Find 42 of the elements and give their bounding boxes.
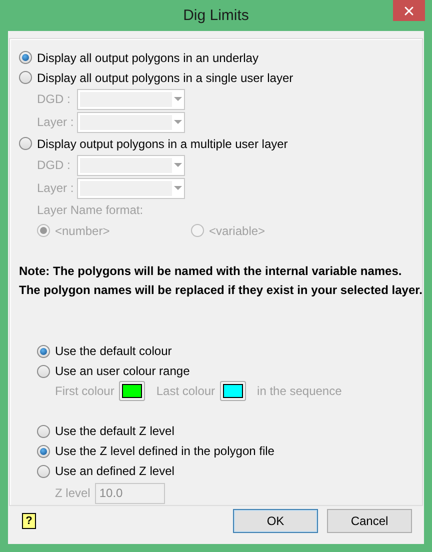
note-text: The polygon names will be replaced if they exist in your selected layer.	[19, 283, 422, 298]
radio-button[interactable]	[19, 71, 32, 84]
caret-icon	[174, 186, 182, 190]
option-label: Display output polygons in a multiple user layer	[37, 136, 288, 151]
option-label: <number>	[55, 224, 110, 238]
option-label: Use the default Z level	[55, 424, 174, 438]
dropdown-field[interactable]	[77, 112, 185, 133]
window-title: Dig Limits	[182, 6, 250, 26]
radio-button[interactable]	[37, 344, 50, 358]
option-label: Use an user colour range	[55, 364, 190, 378]
radio-button[interactable]	[19, 137, 32, 150]
radio-button[interactable]	[37, 364, 50, 378]
field-label: Layer :	[37, 181, 75, 196]
colour-label: First colour	[55, 384, 114, 398]
caret-icon	[174, 163, 182, 168]
option-label: Display all output polygons in an underlay	[37, 50, 258, 65]
colour-label: in the sequence	[257, 384, 342, 398]
dropdown-field[interactable]	[77, 88, 185, 110]
radio-button[interactable]	[19, 51, 32, 64]
radio-button[interactable]	[37, 444, 50, 458]
dialog-button[interactable]: Cancel	[327, 509, 412, 533]
dialog-button[interactable]: OK	[233, 509, 318, 533]
field-label: Z level	[55, 486, 90, 500]
radio-button[interactable]	[37, 424, 50, 438]
field-label: DGD :	[37, 92, 72, 106]
option-label: Use an defined Z level	[55, 464, 174, 478]
caret-icon	[174, 97, 182, 102]
caret-icon	[174, 120, 182, 124]
field-label: DGD :	[37, 158, 72, 172]
help-button[interactable]: ?	[22, 513, 36, 529]
field-label: Layer :	[37, 115, 75, 130]
dropdown-field[interactable]	[77, 154, 185, 176]
option-label: Use the default colour	[55, 344, 172, 358]
option-label: <variable>	[209, 224, 266, 238]
close-button[interactable]	[393, 0, 425, 21]
option-label: Display all output polygons in a single user layer	[37, 70, 294, 85]
note-text: Note: The polygons will be named with the internal variable names.	[19, 264, 402, 278]
radio-button[interactable]	[37, 464, 50, 478]
format-label: Layer Name format:	[37, 202, 144, 217]
dropdown-field[interactable]	[77, 178, 185, 199]
colour-label: Last colour	[156, 384, 216, 398]
option-label: Use the Z level defined in the polygon file	[55, 444, 274, 458]
